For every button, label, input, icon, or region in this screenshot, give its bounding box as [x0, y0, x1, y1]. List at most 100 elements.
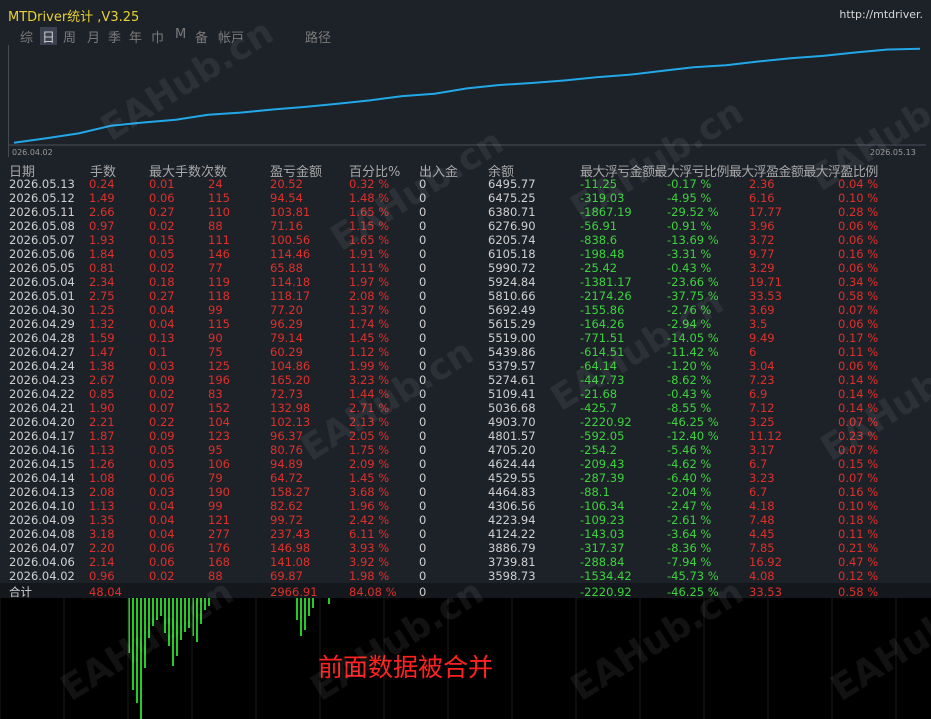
cell-count: 190	[208, 485, 230, 499]
cell-inout: 0	[419, 499, 427, 513]
cell-max-float-profit-pct: 0.07 %	[838, 415, 879, 429]
cell-lots: 1.08	[89, 471, 115, 485]
cell-max-float-profit-pct: 0.06 %	[838, 233, 879, 247]
cell-lots: 1.49	[89, 191, 115, 205]
cell-date: 2026.04.29	[9, 317, 75, 331]
cell-max-float-loss-pct: -4.95 %	[667, 191, 712, 205]
cell-inout: 0	[419, 541, 427, 555]
cell-percent: 1.44 %	[349, 387, 390, 401]
background-bar	[168, 598, 170, 646]
cell-percent: 1.45 %	[349, 331, 390, 345]
tab-8[interactable]: 备	[195, 27, 208, 46]
cell-max-float-profit: 6.7	[749, 485, 768, 499]
cell-max-lots: 0.04	[149, 499, 175, 513]
cell-lots: 0.97	[89, 219, 115, 233]
total-row-bg	[0, 583, 931, 598]
cell-profit: 94.89	[270, 457, 303, 471]
cell-percent: 1.74 %	[349, 317, 390, 331]
cell-date: 2026.04.24	[9, 359, 75, 373]
cell-max-float-profit: 3.23	[749, 471, 775, 485]
cell-date: 2026.04.14	[9, 471, 75, 485]
cell-date: 2026.05.04	[9, 275, 75, 289]
cell-date: 2026.05.11	[9, 205, 75, 219]
cell-lots: 2.34	[89, 275, 115, 289]
cell-date: 2026.05.01	[9, 289, 75, 303]
cell-max-float-profit-pct: 0.07 %	[838, 303, 879, 317]
cell-balance: 4223.94	[488, 513, 536, 527]
tab-9[interactable]: 帐戸	[218, 27, 244, 46]
cell-max-float-loss: -1867.19	[580, 205, 632, 219]
cell-profit: 114.46	[270, 247, 311, 261]
cell-balance: 4464.83	[488, 485, 536, 499]
cell-inout: 0	[419, 555, 427, 569]
cell-max-float-loss: -2220.92	[580, 415, 632, 429]
cell-inout: 0	[419, 233, 427, 247]
cell-lots: 2.66	[89, 205, 115, 219]
background-bar	[204, 598, 206, 610]
cell-max-float-profit-pct: 0.07 %	[838, 443, 879, 457]
total-max-float-profit-pct: 0.58 %	[838, 585, 879, 599]
background-bar	[180, 598, 182, 640]
cell-count: 110	[208, 205, 230, 219]
total-max-float-loss-pct: -46.25 %	[667, 585, 719, 599]
cell-inout: 0	[419, 219, 427, 233]
equity-chart: 026.04.02 2026.05.13	[8, 45, 926, 157]
cell-count: 111	[208, 233, 230, 247]
tab-5[interactable]: 年	[129, 27, 142, 46]
cell-max-float-profit: 6.16	[749, 191, 775, 205]
header-float[interactable]: 最大浮亏金额最大浮亏比例最大浮盈金额最大浮盈比例	[580, 161, 878, 180]
cell-max-float-profit: 33.53	[749, 289, 782, 303]
cell-max-float-loss: -21.68	[580, 387, 618, 401]
cell-count: 277	[208, 527, 230, 541]
cell-balance: 4306.56	[488, 499, 536, 513]
cell-max-float-loss-pct: -11.42 %	[667, 345, 719, 359]
tab-3[interactable]: 月	[87, 27, 100, 46]
cell-max-lots: 0.05	[149, 247, 175, 261]
cell-balance: 5036.68	[488, 401, 536, 415]
cell-max-float-loss: -56.91	[580, 219, 618, 233]
tab-2[interactable]: 周	[63, 27, 76, 46]
total-percent: 84.08 %	[349, 585, 397, 599]
url-label[interactable]: http://mtdriver.	[839, 8, 923, 21]
total-inout: 0	[419, 585, 427, 599]
cell-max-float-profit: 4.45	[749, 527, 775, 541]
tab-7[interactable]: M	[175, 27, 186, 42]
cell-profit: 96.37	[270, 429, 303, 443]
cell-max-float-loss-pct: -2.47 %	[667, 499, 712, 513]
cell-lots: 1.13	[89, 443, 115, 457]
cell-max-float-profit-pct: 0.28 %	[838, 205, 879, 219]
tab-10[interactable]: 路径	[305, 27, 331, 46]
cell-balance: 4903.70	[488, 415, 536, 429]
cell-balance: 6205.74	[488, 233, 536, 247]
cell-max-float-loss: -1381.17	[580, 275, 632, 289]
tab-4[interactable]: 季	[108, 27, 121, 46]
cell-max-float-loss: -198.48	[580, 247, 625, 261]
cell-max-float-loss: -614.51	[580, 345, 625, 359]
cell-profit: 69.87	[270, 569, 303, 583]
cell-date: 2026.04.08	[9, 527, 75, 541]
cell-max-float-profit: 17.77	[749, 205, 782, 219]
cell-inout: 0	[419, 457, 427, 471]
cell-count: 196	[208, 373, 230, 387]
cell-max-float-profit-pct: 0.58 %	[838, 289, 879, 303]
cell-max-float-profit-pct: 0.06 %	[838, 359, 879, 373]
cell-count: 77	[208, 261, 223, 275]
tab-0[interactable]: 综	[20, 27, 33, 46]
cell-profit: 118.17	[270, 289, 311, 303]
total-profit: 2966.91	[270, 585, 318, 599]
tab-6[interactable]: 巾	[151, 27, 164, 46]
cell-max-float-profit: 16.92	[749, 555, 782, 569]
cell-max-float-loss: -106.34	[580, 499, 625, 513]
tab-1[interactable]: 日	[40, 27, 58, 46]
cell-max-float-profit: 7.48	[749, 513, 775, 527]
cell-balance: 5109.41	[488, 387, 536, 401]
cell-percent: 1.91 %	[349, 247, 390, 261]
cell-max-float-loss: -317.37	[580, 541, 625, 555]
background-bar	[304, 598, 306, 630]
cell-max-float-profit-pct: 0.47 %	[838, 555, 879, 569]
cell-date: 2026.04.22	[9, 387, 75, 401]
cell-date: 2026.05.07	[9, 233, 75, 247]
cell-profit: 114.18	[270, 275, 311, 289]
cell-date: 2026.04.06	[9, 555, 75, 569]
cell-percent: 1.45 %	[349, 471, 390, 485]
